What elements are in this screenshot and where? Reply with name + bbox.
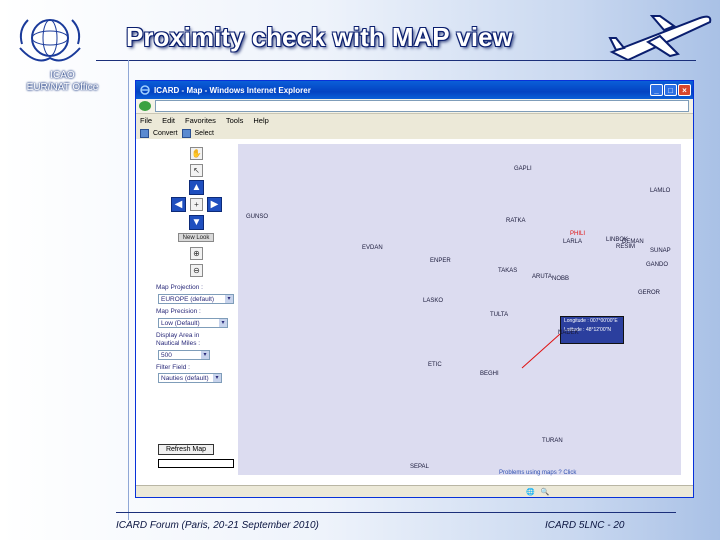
map-projection-select[interactable]: EUROPE (default) ▾ xyxy=(158,294,234,304)
header-rule xyxy=(96,60,696,61)
footer-event: ICARD Forum (Paris, 20-21 September 2010… xyxy=(116,520,319,531)
map-projection-label: Map Projection : xyxy=(156,284,203,291)
menu-file[interactable]: File xyxy=(140,116,152,125)
chevron-down-icon: ▾ xyxy=(201,351,209,359)
waypoint-label[interactable]: NADEK xyxy=(558,330,579,336)
filter-select[interactable]: Nauties (default) ▾ xyxy=(158,373,222,383)
internet-zone-icon: 🌐 xyxy=(526,488,535,496)
new-look-button[interactable]: New Look xyxy=(178,233,214,242)
pan-center-button[interactable]: + xyxy=(190,198,203,211)
org-name: ICAO xyxy=(50,70,75,81)
waypoint-label[interactable]: GUNSO xyxy=(246,214,268,220)
icao-emblem-icon xyxy=(19,19,81,62)
waypoint-label[interactable]: LASKO xyxy=(423,298,443,304)
chevron-down-icon: ▾ xyxy=(213,374,221,382)
minimize-button[interactable]: _ xyxy=(650,84,663,96)
map-precision-value: Low (Default) xyxy=(161,320,200,327)
filter-value: Nauties (default) xyxy=(161,375,209,382)
zoom-indicator-icon[interactable]: 🔍 xyxy=(541,488,550,496)
status-bar: 🌐 🔍 xyxy=(136,485,693,497)
pan-right-button[interactable]: ▶ xyxy=(207,197,222,212)
ie-logo-icon xyxy=(140,85,150,95)
map-help-link[interactable]: Problems using maps ? Click xyxy=(499,470,576,476)
page-content: ✋ ↖ ▲ ◀ + ▶ ▼ New Look ⊕ ⊖ Map Projectio… xyxy=(136,139,693,485)
pointer-line xyxy=(521,333,561,369)
menu-edit[interactable]: Edit xyxy=(162,116,175,125)
waypoint-label[interactable]: ENPER xyxy=(430,258,451,264)
waypoint-label[interactable]: ETIC xyxy=(428,362,442,368)
address-bar xyxy=(136,99,693,114)
url-field[interactable] xyxy=(155,100,689,112)
waypoint-label[interactable]: RESIM xyxy=(616,244,635,250)
waypoint-label[interactable]: BEGHI xyxy=(480,371,499,377)
display-area-value: 500 xyxy=(161,352,172,359)
waypoint-label[interactable]: ARUTA xyxy=(532,274,552,280)
menu-tools[interactable]: Tools xyxy=(226,116,244,125)
hand-tool-button[interactable]: ✋ xyxy=(190,147,203,160)
waypoint-label[interactable]: GANDO xyxy=(646,262,668,268)
browser-window: ICARD - Map - Windows Internet Explorer … xyxy=(135,80,694,498)
chevron-down-icon: ▾ xyxy=(225,295,233,303)
footer-rule xyxy=(116,512,676,513)
map-precision-label: Map Precision : xyxy=(156,308,201,315)
slide-title: Proximity check with MAP view xyxy=(126,22,513,52)
pan-up-button[interactable]: ▲ xyxy=(189,180,204,195)
chevron-down-icon: ▾ xyxy=(219,319,227,327)
coordinate-input[interactable] xyxy=(158,459,234,468)
pan-down-button[interactable]: ▼ xyxy=(189,215,204,230)
map-canvas[interactable]: GAPLI LAMLO GUNSO RATKA PHILI LARLA LINB… xyxy=(238,144,681,475)
display-area-select[interactable]: 500 ▾ xyxy=(158,350,210,360)
window-title: ICARD - Map - Windows Internet Explorer xyxy=(154,85,311,95)
waypoint-label[interactable]: LAMLO xyxy=(650,188,670,194)
pointer-tool-button[interactable]: ↖ xyxy=(190,164,203,177)
waypoint-label[interactable]: EVDAN xyxy=(362,245,383,251)
waypoint-label[interactable]: SUNAP xyxy=(650,248,671,254)
waypoint-label[interactable]: RATKA xyxy=(506,218,526,224)
window-titlebar: ICARD - Map - Windows Internet Explorer … xyxy=(136,81,693,99)
waypoint-label[interactable]: TULTA xyxy=(490,312,508,318)
back-icon[interactable] xyxy=(139,101,151,111)
menu-bar: File Edit Favorites Tools Help xyxy=(136,114,693,127)
select-button[interactable]: Select xyxy=(195,130,214,137)
map-precision-select[interactable]: Low (Default) ▾ xyxy=(158,318,228,328)
convert-icon xyxy=(140,129,149,138)
menu-help[interactable]: Help xyxy=(253,116,268,125)
maximize-button[interactable]: □ xyxy=(664,84,677,96)
close-button[interactable]: × xyxy=(678,84,691,96)
refresh-map-button[interactable]: Refresh Map xyxy=(158,444,214,455)
waypoint-label[interactable]: LARLA xyxy=(563,239,582,245)
side-rule xyxy=(128,60,129,520)
map-projection-value: EUROPE (default) xyxy=(161,296,215,303)
selected-waypoint-label[interactable]: PHILI xyxy=(570,231,585,237)
pan-left-button[interactable]: ◀ xyxy=(171,197,186,212)
waypoint-label[interactable]: TAKAS xyxy=(498,268,517,274)
display-area-label: Display Area in xyxy=(156,332,200,339)
waypoint-label[interactable]: SEPAL xyxy=(410,464,429,470)
zoom-in-icon[interactable]: ⊕ xyxy=(190,247,203,260)
waypoint-label[interactable]: GAPLI xyxy=(514,166,532,172)
org-office: EUR/NAT Office xyxy=(26,82,99,93)
waypoint-label[interactable]: NOBB xyxy=(552,276,569,282)
waypoint-label[interactable]: TURAN xyxy=(542,438,563,444)
display-area-label-2: Nautical Miles : xyxy=(156,340,201,347)
select-icon xyxy=(181,129,191,138)
waypoint-label[interactable]: GEROR xyxy=(638,290,660,296)
menu-favorites[interactable]: Favorites xyxy=(185,116,216,125)
airplane-icon xyxy=(608,15,712,62)
footer-slide-number: ICARD 5LNC - 20 xyxy=(545,520,625,531)
zoom-out-icon[interactable]: ⊖ xyxy=(190,264,203,277)
filter-label: Filter Field : xyxy=(156,364,190,371)
tooltip-longitude: Longitude : 007°00'00"E xyxy=(564,318,618,324)
convert-button[interactable]: Convert xyxy=(153,130,178,137)
